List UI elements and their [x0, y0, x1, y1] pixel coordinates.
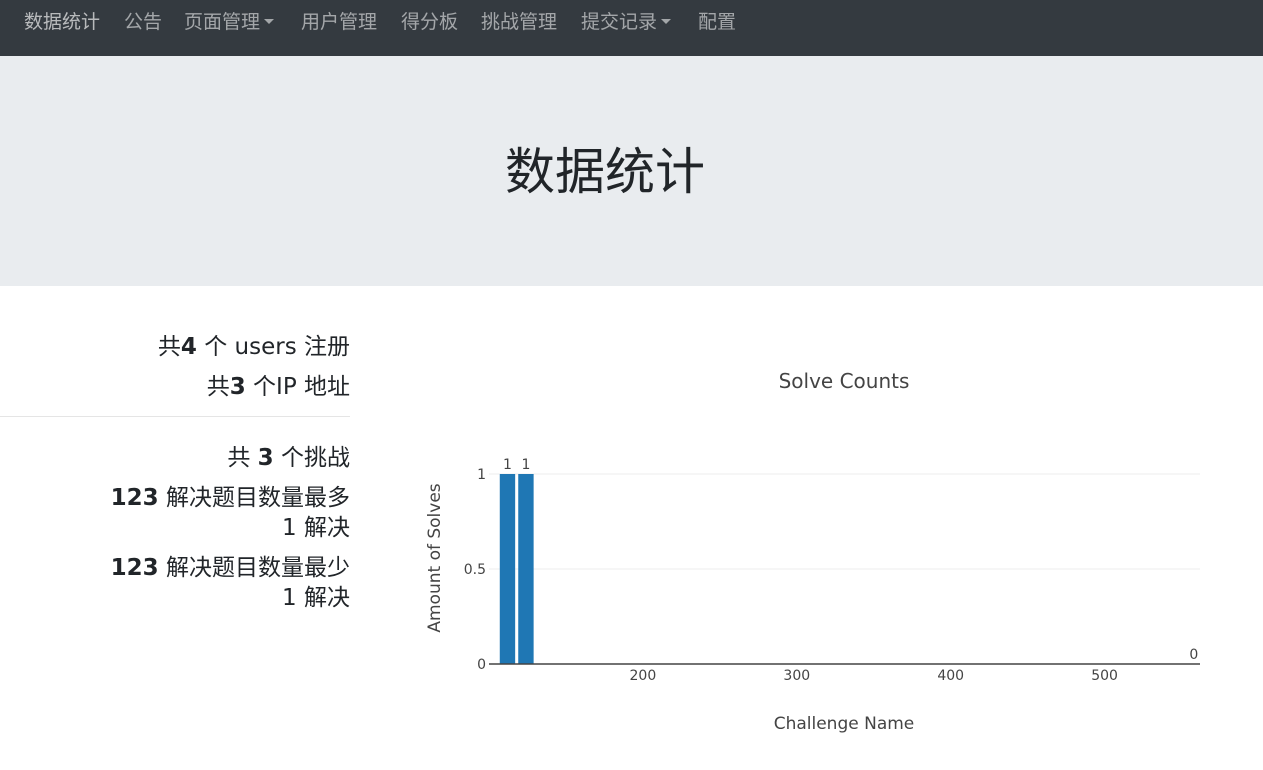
ip-count-stat: 共3 个IP 地址	[207, 367, 350, 401]
nav-item-label: 配置	[698, 11, 737, 33]
chart-grid	[489, 473, 1200, 570]
page-header: 数据统计	[0, 56, 1263, 286]
nav-item-statistics[interactable]: 数据统计	[24, 0, 100, 44]
nav-item-announcements[interactable]: 公告	[124, 0, 162, 44]
top-navbar: 数据统计 公告 页面管理 用户管理 得分板 挑战管理 提交记录 配置	[0, 0, 1263, 56]
nav-item-scoreboard[interactable]: 得分板	[401, 0, 458, 44]
caret-down-icon	[264, 19, 275, 24]
stat-suffix: 个挑战	[273, 445, 350, 471]
most-solved-name: 123	[110, 485, 159, 511]
x-axis-ticks: 200 300 400 500	[630, 668, 1118, 684]
y-tick-label: 0.5	[464, 562, 486, 578]
stat-suffix: 个 users 注册	[196, 334, 350, 360]
bar[interactable]	[499, 474, 516, 664]
stat-prefix: 共	[206, 374, 230, 400]
chart-title: Solve Counts	[779, 369, 910, 393]
chart-data-labels: 1 1 0	[503, 457, 1198, 663]
user-count: 4	[180, 334, 197, 360]
least-solved-stat: 123 解决题目数量最少	[111, 548, 350, 582]
user-count-stat: 共4 个 users 注册	[158, 327, 350, 361]
nav-item-users[interactable]: 用户管理	[301, 0, 377, 44]
y-tick-label: 0	[477, 657, 486, 673]
most-solved-stat: 123 解决题目数量最多	[111, 478, 350, 512]
nav-item-config[interactable]: 配置	[698, 0, 736, 44]
challenge-count-stat: 共 3 个挑战	[227, 438, 350, 472]
bar-value-label: 1	[503, 457, 512, 473]
least-solved-name: 123	[110, 555, 159, 581]
ip-count: 3	[229, 374, 246, 400]
bar[interactable]	[518, 474, 534, 664]
nav-item-pages[interactable]: 页面管理	[184, 0, 275, 44]
bar-value-label: 0	[1189, 647, 1198, 663]
stats-divider	[0, 416, 350, 417]
nav-item-label: 得分板	[401, 11, 459, 33]
nav-item-label: 挑战管理	[481, 11, 558, 33]
y-axis-title: Amount of Solves	[425, 483, 445, 632]
stat-prefix: 共	[157, 334, 181, 360]
stat-prefix: 共	[227, 445, 258, 471]
x-tick-label: 500	[1091, 668, 1118, 684]
x-tick-label: 300	[783, 668, 810, 684]
nav-item-label: 提交记录	[581, 11, 658, 33]
x-tick-label: 400	[937, 668, 964, 684]
nav-item-label: 公告	[124, 11, 163, 33]
nav-item-label: 页面管理	[184, 11, 261, 33]
nav-item-label: 用户管理	[301, 11, 378, 33]
stat-suffix: 个IP 地址	[245, 374, 350, 400]
x-tick-label: 200	[630, 668, 657, 684]
nav-item-submissions[interactable]: 提交记录	[581, 0, 672, 44]
most-solved-count: 1 解决	[282, 515, 350, 541]
solve-counts-chart: Solve Counts 1 10 200 300 400 500 00.51 Chal…	[425, 369, 1200, 734]
challenge-count: 3	[257, 445, 274, 471]
bar-value-label: 1	[521, 457, 530, 473]
caret-down-icon	[661, 19, 672, 24]
least-solved-count: 1 解决	[282, 585, 350, 611]
y-tick-label: 1	[477, 467, 486, 483]
nav-item-label: 数据统计	[24, 11, 101, 33]
y-axis-ticks: 00.51	[464, 467, 486, 673]
page-title: 数据统计	[505, 143, 705, 201]
nav-item-challenges[interactable]: 挑战管理	[481, 0, 557, 44]
x-axis-title: Challenge Name	[774, 714, 915, 734]
